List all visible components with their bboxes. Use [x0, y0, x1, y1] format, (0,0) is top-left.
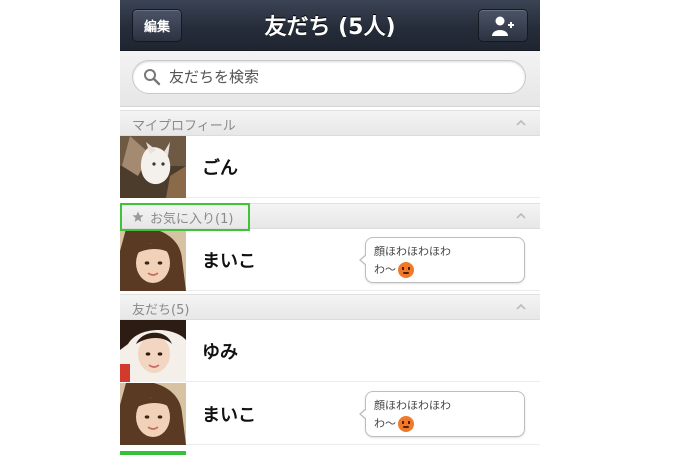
section-header-my-profile[interactable]: マイプロフィール	[120, 110, 540, 136]
status-message-line1: 顔ほわほわほわ	[374, 245, 451, 258]
chevron-up-icon[interactable]	[514, 209, 528, 223]
status-message-line2: わ〜	[374, 417, 396, 430]
status-message-line1: 顔ほわほわほわ	[374, 399, 451, 412]
list-item-profile[interactable]: ごん	[120, 136, 540, 198]
top-nav-bar: 編集 友だち (5人)	[120, 0, 540, 51]
list-item-favorite[interactable]: まいこ 顔ほわほわほわ わ〜	[120, 229, 540, 291]
list-item-friend[interactable]: ゆみ	[120, 320, 540, 382]
search-icon	[144, 69, 161, 86]
chevron-up-icon[interactable]	[514, 116, 528, 130]
search-input[interactable]	[167, 67, 525, 87]
friend-name: ゆみ	[202, 342, 238, 363]
avatar-woman	[120, 229, 186, 291]
status-message-bubble: 顔ほわほわほわ わ〜	[359, 391, 525, 437]
friend-name: ごん	[202, 158, 238, 179]
section-label: マイプロフィール	[132, 119, 236, 134]
add-friend-button[interactable]	[478, 9, 528, 42]
page-title: 友だち (5人)	[264, 15, 396, 40]
online-indicator-strip	[120, 451, 186, 455]
smiley-emoji-icon	[398, 416, 414, 432]
status-message-line2: わ〜	[374, 263, 396, 276]
friend-name: まいこ	[202, 251, 256, 272]
smiley-emoji-icon	[398, 262, 414, 278]
favorites-highlight-box	[120, 203, 250, 231]
avatar-cat	[120, 136, 186, 198]
add-friend-icon	[492, 16, 514, 36]
avatar-woman	[120, 383, 186, 445]
search-field[interactable]	[132, 60, 526, 94]
friend-name: まいこ	[202, 405, 256, 426]
avatar-woman-2	[120, 320, 186, 382]
status-message-bubble: 顔ほわほわほわ わ〜	[359, 237, 525, 283]
list-item-friend[interactable]: まいこ 顔ほわほわほわ わ〜	[120, 383, 540, 445]
search-bar	[120, 51, 540, 107]
section-label: 友だち(5)	[132, 303, 190, 318]
section-header-friends[interactable]: 友だち(5)	[120, 294, 540, 320]
chevron-up-icon[interactable]	[514, 300, 528, 314]
friends-screen: 編集 友だち (5人) マイプロフィール	[120, 0, 540, 469]
